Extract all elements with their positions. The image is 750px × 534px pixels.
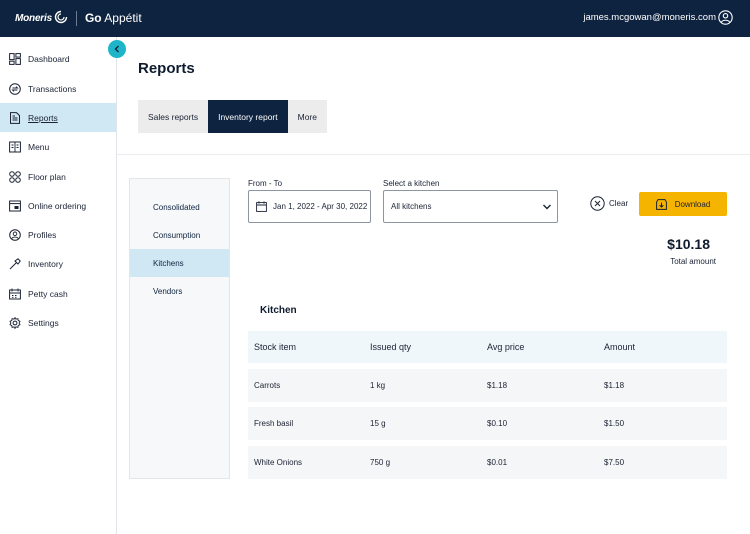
cell-issued-qty: 15 g <box>370 419 386 428</box>
chevron-down-icon <box>543 204 551 210</box>
top-bar: Moneris Go Appétit james.mcgowan@moneris… <box>0 0 750 37</box>
subnav-item-consolidated[interactable]: Consolidated <box>130 193 229 221</box>
kitchen-select-label: Select a kitchen <box>383 179 440 188</box>
cell-amount: $1.50 <box>604 419 625 428</box>
cell-stock-item: White Onions <box>254 458 303 467</box>
sidebar-item-label: Settings <box>28 317 59 328</box>
reports-icon <box>10 111 20 124</box>
date-range-label: From - To <box>248 179 283 188</box>
sidebar-item-settings[interactable]: Settings <box>0 308 116 337</box>
profiles-icon <box>9 228 21 241</box>
moneris-wordmark: Moneris <box>15 12 52 24</box>
dashboard-icon <box>9 52 21 65</box>
kitchen-select-value: All kitchens <box>391 202 432 211</box>
download-button[interactable]: Download <box>639 192 727 216</box>
online-ordering-icon <box>9 200 21 211</box>
total-amount-label: Total amount <box>670 257 716 266</box>
cell-avg-price: $0.10 <box>487 419 508 428</box>
sidebar-item-label: Petty cash <box>28 288 68 299</box>
sidebar: Dashboard Transactions Reports Menu Floo… <box>0 37 117 534</box>
sidebar-item-profiles[interactable]: Profiles <box>0 220 116 249</box>
sidebar-item-label: Menu <box>28 141 50 152</box>
tab-inventory-report[interactable]: Inventory report <box>208 100 288 133</box>
sidebar-item-label: Reports <box>28 112 58 123</box>
sidebar-item-transactions[interactable]: Transactions <box>0 74 116 103</box>
sidebar-item-label: Floor plan <box>28 171 66 182</box>
tab-sales-reports[interactable]: Sales reports <box>138 100 208 133</box>
download-icon <box>655 198 667 210</box>
total-amount-value: $10.18 <box>667 236 710 252</box>
cell-avg-price: $0.01 <box>487 458 508 467</box>
floor-plan-icon <box>9 170 21 183</box>
table-title: Kitchen <box>260 305 297 316</box>
tab-more[interactable]: More <box>288 100 327 133</box>
kitchen-select[interactable]: All kitchens <box>383 190 558 223</box>
settings-gear-icon <box>9 316 21 329</box>
subnav-item-kitchens[interactable]: Kitchens <box>130 249 229 277</box>
brand-logo[interactable]: Moneris Go Appétit <box>15 10 142 26</box>
sidebar-item-reports[interactable]: Reports <box>0 103 116 132</box>
sidebar-item-label: Dashboard <box>28 53 70 64</box>
download-button-label: Download <box>674 199 711 209</box>
column-header-stock-item: Stock item <box>254 342 297 352</box>
cell-avg-price: $1.18 <box>487 381 508 390</box>
cell-amount: $1.18 <box>604 381 625 390</box>
sidebar-item-label: Transactions <box>28 83 77 94</box>
sidebar-item-petty-cash[interactable]: Petty cash <box>0 279 116 308</box>
header-divider <box>117 154 750 155</box>
cell-stock-item: Fresh basil <box>254 419 294 428</box>
moneris-swirl-icon <box>54 10 68 23</box>
table-row: Fresh basil 15 g $0.10 $1.50 <box>248 407 727 440</box>
sidebar-item-label: Online ordering <box>28 200 87 211</box>
cell-amount: $7.50 <box>604 458 625 467</box>
subnav-item-consumption[interactable]: Consumption <box>130 221 229 249</box>
brand-divider <box>75 10 77 26</box>
user-email: james.mcgowan@moneris.com <box>583 12 716 23</box>
sidebar-item-inventory[interactable]: Inventory <box>0 249 116 278</box>
inventory-subnav: Consolidated Consumption Kitchens Vendor… <box>129 178 230 479</box>
close-circle-icon <box>590 196 605 211</box>
calendar-icon <box>256 201 267 212</box>
menu-book-icon <box>9 141 21 152</box>
sidebar-item-menu[interactable]: Menu <box>0 132 116 161</box>
column-header-issued-qty: Issued qty <box>370 342 412 352</box>
go-appetit-wordmark: Go Appétit <box>84 11 142 25</box>
inventory-icon <box>9 257 21 269</box>
clear-button[interactable]: Clear <box>590 195 628 212</box>
chevron-left-icon <box>114 45 119 53</box>
sidebar-item-floor-plan[interactable]: Floor plan <box>0 162 116 191</box>
page-title: Reports <box>138 60 195 77</box>
clear-button-label: Clear <box>609 199 629 208</box>
transactions-icon <box>9 82 21 95</box>
table-row: Carrots 1 kg $1.18 $1.18 <box>248 369 727 402</box>
collapse-sidebar-button[interactable] <box>108 40 126 58</box>
date-range-value: Jan 1, 2022 - Apr 30, 2022 <box>273 202 368 211</box>
table-header: Stock item Issued qty Avg price Amount <box>248 331 727 363</box>
table-row: White Onions 750 g $0.01 $7.50 <box>248 446 727 479</box>
cell-issued-qty: 750 g <box>370 458 391 467</box>
sidebar-item-label: Profiles <box>28 229 57 240</box>
column-header-avg-price: Avg price <box>487 342 525 352</box>
sidebar-item-online-ordering[interactable]: Online ordering <box>0 191 116 220</box>
sidebar-item-label: Inventory <box>28 258 63 269</box>
cell-issued-qty: 1 kg <box>370 381 386 390</box>
user-account-icon[interactable] <box>718 10 733 25</box>
report-tabs: Sales reports Inventory report More <box>138 100 327 133</box>
subnav-item-vendors[interactable]: Vendors <box>130 277 229 305</box>
petty-cash-icon <box>9 288 21 299</box>
cell-stock-item: Carrots <box>254 381 281 390</box>
column-header-amount: Amount <box>604 342 636 352</box>
sidebar-item-dashboard[interactable]: Dashboard <box>0 44 116 73</box>
date-range-picker[interactable]: Jan 1, 2022 - Apr 30, 2022 <box>248 190 371 223</box>
